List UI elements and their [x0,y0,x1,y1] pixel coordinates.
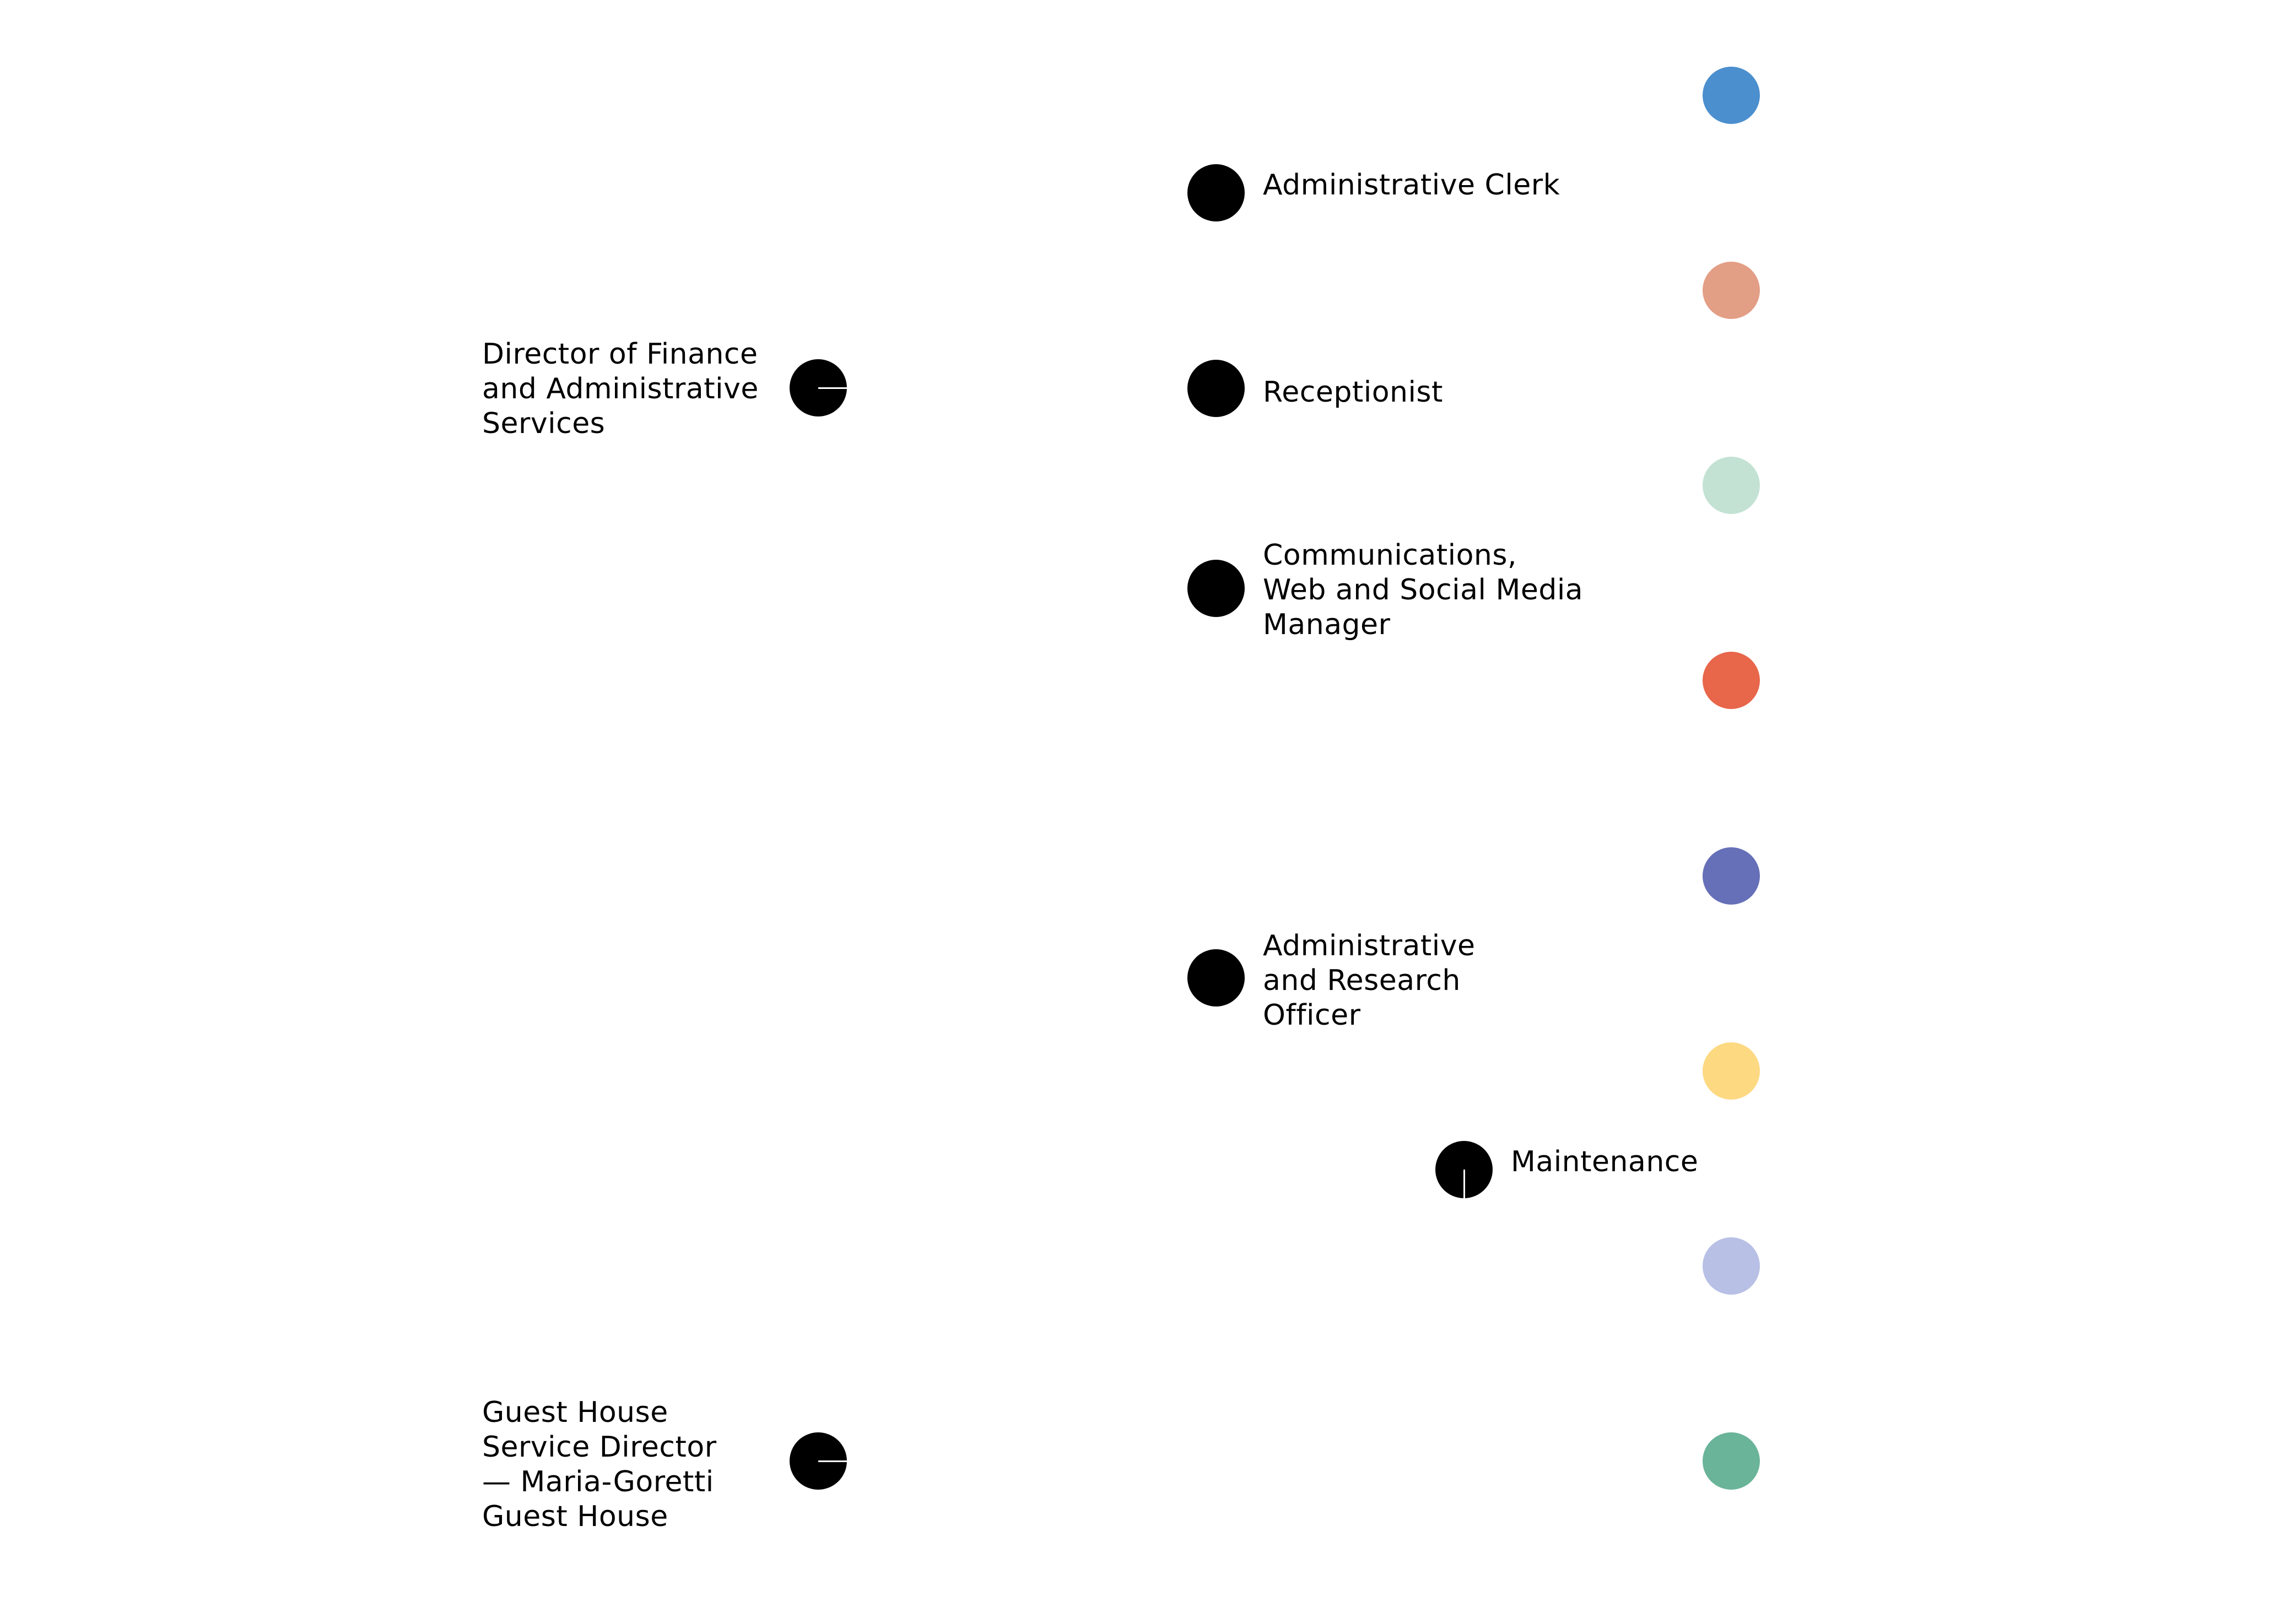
communications-manager-label: Communications, Web and Social Media Man… [1263,539,1584,641]
connector-tick [818,1460,847,1462]
connector-tick [1463,1170,1465,1198]
administrative-clerk-label: Administrative Clerk [1263,169,1560,202]
color-dot [1703,652,1760,709]
maintenance-label: Maintenance [1511,1145,1699,1178]
guest-house-director-label: Guest House Service Director — Maria-Gor… [482,1396,717,1533]
communications-manager-node[interactable] [1187,560,1245,617]
receptionist-label: Receptionist [1263,376,1443,409]
administrative-clerk-node[interactable] [1187,164,1245,221]
director-finance-label: Director of Finance and Administrative S… [482,338,759,440]
connector-tick [818,387,847,389]
color-dot [1703,1042,1760,1100]
research-officer-label: Administrative and Research Officer [1263,929,1476,1032]
receptionist-node[interactable] [1187,360,1245,417]
director-finance-node[interactable] [790,359,847,416]
color-dot [1703,457,1760,514]
color-dot [1703,67,1760,124]
color-dot [1703,1237,1760,1295]
guest-house-director-node[interactable] [790,1432,847,1490]
color-dot [1703,262,1760,319]
maintenance-node[interactable] [1435,1141,1493,1198]
research-officer-node[interactable] [1187,949,1245,1007]
color-dot [1703,847,1760,905]
color-dot [1703,1432,1760,1490]
